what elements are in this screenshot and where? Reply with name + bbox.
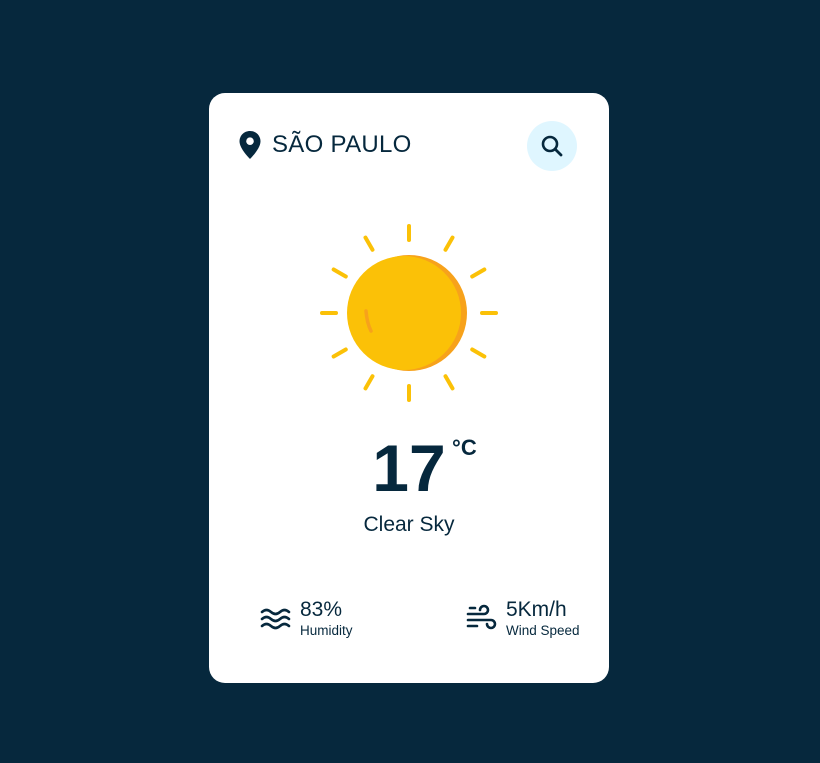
temperature-unit: °C [452, 435, 477, 460]
search-button[interactable] [527, 121, 577, 171]
humidity-detail: 83% Humidity [259, 598, 353, 639]
wind-label: Wind Speed [506, 623, 580, 639]
wind-detail: 5Km/h Wind Speed [465, 598, 580, 639]
wind-icon [466, 604, 497, 629]
temperature-value: 17 °C [372, 431, 477, 505]
search-icon [541, 135, 563, 157]
humidity-value: 83% [300, 598, 343, 621]
location-header: SÃO PAULO [239, 131, 412, 159]
weather-description: Clear Sky [363, 513, 455, 536]
temperature-block: 17 °C [209, 435, 609, 501]
weather-card: SÃO PAULO 17 °C Clear Sky 83% Humidity 5… [209, 93, 609, 683]
wind-value: 5Km/h [506, 598, 567, 621]
map-pin-icon [239, 131, 261, 159]
humidity-label: Humidity [300, 623, 353, 639]
city-name: SÃO PAULO [272, 131, 412, 158]
waves-icon [260, 608, 291, 629]
sun-icon [320, 224, 498, 402]
